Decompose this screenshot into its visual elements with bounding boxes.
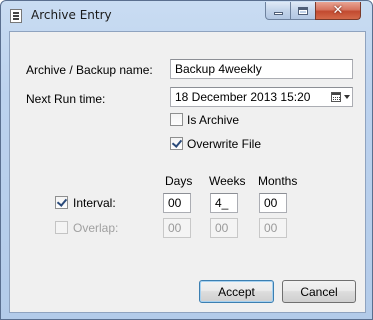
overwrite-label: Overwrite File: [187, 137, 262, 151]
interval-label: Interval:: [73, 196, 116, 210]
calendar-icon[interactable]: [331, 92, 341, 102]
accept-button[interactable]: Accept: [199, 280, 274, 303]
interval-checkbox[interactable]: [55, 196, 68, 209]
overlap-checkbox[interactable]: [55, 221, 68, 234]
close-icon: ✕: [332, 3, 344, 18]
is-archive-checkbox[interactable]: [170, 113, 183, 126]
overlap-label: Overlap:: [73, 221, 119, 235]
chevron-down-icon[interactable]: [344, 95, 350, 99]
dialog-content: Archive / Backup name: Backup 4weekly Ne…: [9, 31, 366, 313]
interval-weeks-input[interactable]: 4_: [210, 193, 238, 213]
dialog-window: Archive Entry ✕ Archive / Backup name: B…: [0, 0, 373, 320]
minimize-icon: [273, 12, 283, 15]
maximize-button[interactable]: [290, 2, 316, 20]
window-title: Archive Entry: [31, 8, 112, 22]
is-archive-label: Is Archive: [187, 113, 240, 127]
next-run-value: 18 December 2013 15:20: [175, 90, 311, 104]
overlap-days-input[interactable]: 00: [163, 218, 191, 238]
column-header-days: Days: [165, 174, 193, 188]
overwrite-checkbox[interactable]: [170, 137, 183, 150]
title-bar[interactable]: Archive Entry ✕: [1, 1, 373, 31]
name-label: Archive / Backup name:: [26, 63, 153, 77]
name-input[interactable]: Backup 4weekly: [170, 59, 353, 79]
document-icon: [10, 9, 22, 23]
next-run-label: Next Run time:: [26, 92, 106, 106]
overlap-months-input[interactable]: 00: [259, 218, 287, 238]
interval-days-input[interactable]: 00: [163, 193, 191, 213]
next-run-datepicker[interactable]: 18 December 2013 15:20: [170, 87, 353, 107]
interval-months-input[interactable]: 00: [259, 193, 287, 213]
minimize-button[interactable]: [265, 2, 291, 20]
cancel-button[interactable]: Cancel: [282, 280, 356, 303]
overlap-weeks-input[interactable]: 00: [210, 218, 238, 238]
maximize-icon: [298, 6, 308, 15]
close-button[interactable]: ✕: [315, 2, 361, 20]
column-header-months: Months: [258, 174, 298, 188]
column-header-weeks: Weeks: [209, 174, 246, 188]
